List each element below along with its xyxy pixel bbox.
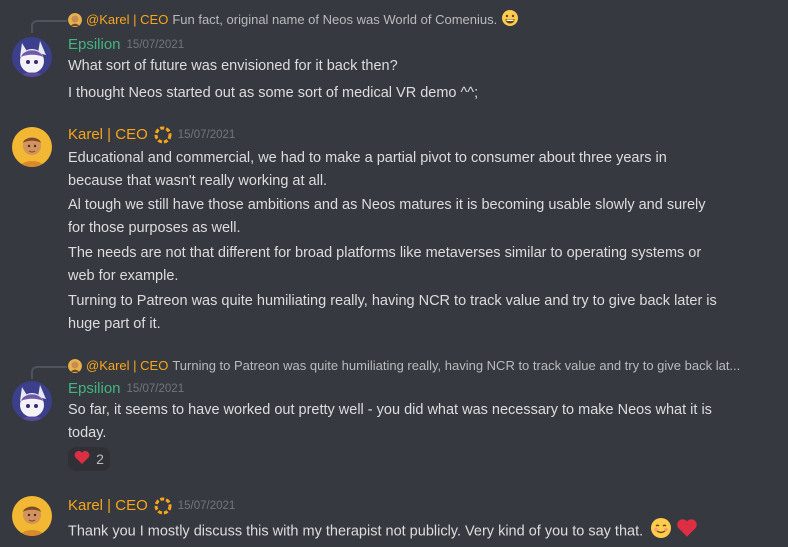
timestamp: 15/07/2021	[126, 39, 185, 51]
heart-icon	[676, 518, 698, 546]
reply-connector	[31, 366, 67, 379]
reaction-heart[interactable]: 2	[68, 447, 110, 471]
author-name[interactable]: Karel | CEO	[68, 496, 148, 516]
message-text: for those purposes as well.	[68, 220, 241, 236]
timestamp: 15/07/2021	[177, 500, 236, 512]
message-header: Epsilion 15/07/2021	[68, 35, 184, 55]
avatar[interactable]	[12, 496, 52, 536]
reply-avatar-icon	[68, 13, 82, 27]
message-text: Thank you I mostly discuss this with my …	[68, 517, 768, 547]
author-name[interactable]: Karel | CEO	[68, 125, 148, 145]
message-text: because that wasn't really working at al…	[68, 173, 328, 189]
lifebuoy-badge-icon	[154, 497, 172, 515]
reply-author[interactable]: @Karel | CEO	[86, 11, 168, 29]
heart-icon	[74, 450, 90, 468]
message-text: Turning to Patreon was quite humiliating…	[68, 293, 717, 309]
message-text: web for example.	[68, 268, 179, 284]
message-text: So far, it seems to have worked out pret…	[68, 402, 712, 418]
reply-text: Fun fact, original name of Neos was Worl…	[172, 12, 498, 27]
message-text: Al tough we still have those ambitions a…	[68, 197, 706, 213]
message-header: Karel | CEO 15/07/2021	[68, 125, 235, 145]
author-name[interactable]: Epsilion	[68, 379, 121, 399]
reply-text: Turning to Patreon was quite humiliating…	[172, 358, 741, 373]
message-text: Educational and commercial, we had to ma…	[68, 150, 667, 166]
message-header: Epsilion 15/07/2021	[68, 379, 184, 399]
reply-preview[interactable]: @Karel | CEO Turning to Patreon was quit…	[68, 357, 740, 375]
message-header: Karel | CEO 15/07/2021	[68, 496, 235, 516]
reaction-count: 2	[96, 451, 104, 467]
reply-author[interactable]: @Karel | CEO	[86, 357, 168, 375]
reply-preview[interactable]: @Karel | CEO Fun fact, original name of …	[68, 9, 519, 32]
avatar[interactable]	[12, 381, 52, 421]
grinning-emoji-icon	[501, 9, 519, 32]
avatar[interactable]	[12, 37, 52, 77]
blush-emoji-icon	[650, 517, 672, 547]
author-name[interactable]: Epsilion	[68, 35, 121, 55]
message-text: I thought Neos started out as some sort …	[68, 85, 479, 101]
message-text: The needs are not that different for bro…	[68, 245, 702, 261]
lifebuoy-badge-icon	[154, 126, 172, 144]
message-text-content: Thank you I mostly discuss this with my …	[68, 523, 644, 540]
avatar[interactable]	[12, 127, 52, 167]
timestamp: 15/07/2021	[126, 383, 185, 395]
message-text: today.	[68, 425, 107, 441]
timestamp: 15/07/2021	[177, 129, 236, 141]
reply-connector	[31, 20, 67, 33]
message-text: What sort of future was envisioned for i…	[68, 58, 398, 74]
reply-avatar-icon	[68, 359, 82, 373]
message-text: huge part of it.	[68, 316, 161, 332]
